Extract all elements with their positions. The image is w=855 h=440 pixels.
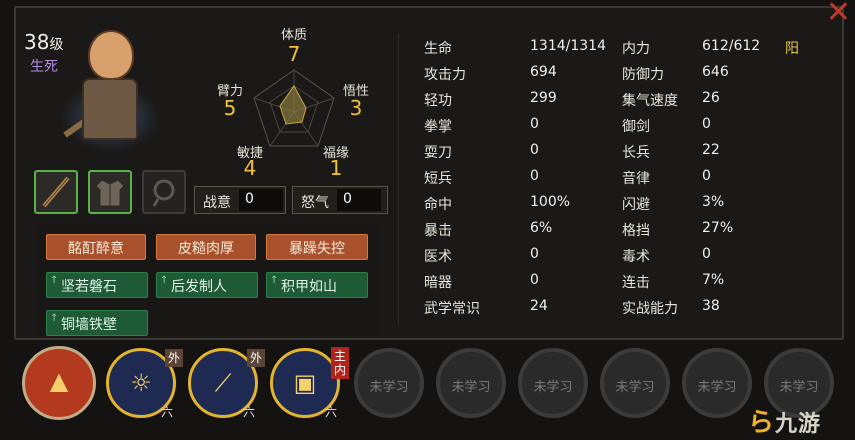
radar-value-fortune: 1: [329, 156, 343, 180]
rage-label: 怒气: [301, 195, 329, 211]
locked-label: 未学习: [369, 380, 409, 395]
trait-tag[interactable]: ↑ 后发制人: [156, 272, 258, 298]
close-icon[interactable]: ✕: [822, 0, 855, 30]
locked-label: 未学习: [615, 380, 655, 395]
trait-tag[interactable]: 皮糙肉厚: [156, 234, 256, 260]
flame-skill-icon: ▲: [49, 367, 69, 395]
equipment-slot-armor[interactable]: [88, 170, 132, 214]
rage-value: 0: [337, 189, 381, 211]
skill-slot-locked[interactable]: 未学习: [436, 348, 506, 418]
skill-slot-locked[interactable]: 未学习: [354, 348, 424, 418]
trait-tag[interactable]: ↑ 积甲如山: [266, 272, 368, 298]
skill-tier: 六: [161, 405, 174, 419]
staff-strike-icon: ⟋: [214, 369, 232, 397]
equipment-slot-weapon[interactable]: [34, 170, 78, 214]
skill-slot-locked[interactable]: 未学习: [682, 348, 752, 418]
accessory-icon: [152, 179, 175, 207]
staff-skill-icon: ☼: [130, 369, 152, 397]
radar-value-perception: 3: [349, 96, 363, 120]
watermark-logo: ら九游: [748, 408, 822, 438]
alignment-label: 阳: [785, 41, 799, 57]
trait-tag[interactable]: ↑ 铜墙铁壁: [46, 310, 148, 336]
skill-tier: 六: [243, 405, 256, 419]
staff-icon: [42, 176, 70, 208]
upgrade-arrow-icon: ↑: [270, 275, 279, 286]
skill-tier: 六: [325, 405, 338, 419]
robe-icon: [95, 179, 125, 207]
skill-slot[interactable]: ▲: [22, 346, 96, 420]
locked-label: 未学习: [451, 380, 491, 395]
armor-skill-icon: ▣: [293, 369, 317, 397]
skill-slot-locked[interactable]: 未学习: [600, 348, 670, 418]
radar-value-arm-strength: 5: [223, 96, 237, 120]
rage-meter: 怒气 0: [292, 186, 388, 214]
fighting-spirit-value: 0: [239, 189, 283, 211]
radar-value-agility: 4: [243, 156, 257, 180]
locked-label: 未学习: [697, 380, 737, 395]
trait-tag[interactable]: 暴躁失控: [266, 234, 368, 260]
skill-slot[interactable]: ☼ 外 六: [106, 348, 183, 419]
skill-slot-locked[interactable]: 未学习: [518, 348, 588, 418]
trait-tag[interactable]: 酩酊醉意: [46, 234, 146, 260]
upgrade-arrow-icon: ↑: [160, 275, 169, 286]
fighting-spirit-label: 战意: [203, 195, 231, 211]
upgrade-arrow-icon: ↑: [50, 275, 59, 286]
status-tag: 生死: [30, 59, 58, 75]
divider: [398, 34, 399, 324]
skill-type-badge: 外: [247, 349, 265, 367]
locked-label: 未学习: [779, 380, 819, 395]
skill-type-badge: 主内: [331, 347, 349, 379]
trait-tag[interactable]: ↑ 坚若磐石: [46, 272, 148, 298]
upgrade-arrow-icon: ↑: [50, 313, 59, 324]
fighting-spirit-meter: 战意 0: [194, 186, 286, 214]
skill-type-badge: 外: [165, 349, 183, 367]
equipment-slot-accessory[interactable]: [142, 170, 186, 214]
character-portrait: [56, 20, 166, 158]
skill-slot[interactable]: ⟋ 外 六: [188, 348, 265, 419]
radar-label-constitution: 体质: [280, 28, 307, 43]
locked-label: 未学习: [533, 380, 573, 395]
skill-slot[interactable]: ▣ 主内 六: [270, 347, 349, 419]
radar-value-constitution: 7: [287, 42, 301, 66]
attribute-radar-chart: [253, 69, 335, 147]
